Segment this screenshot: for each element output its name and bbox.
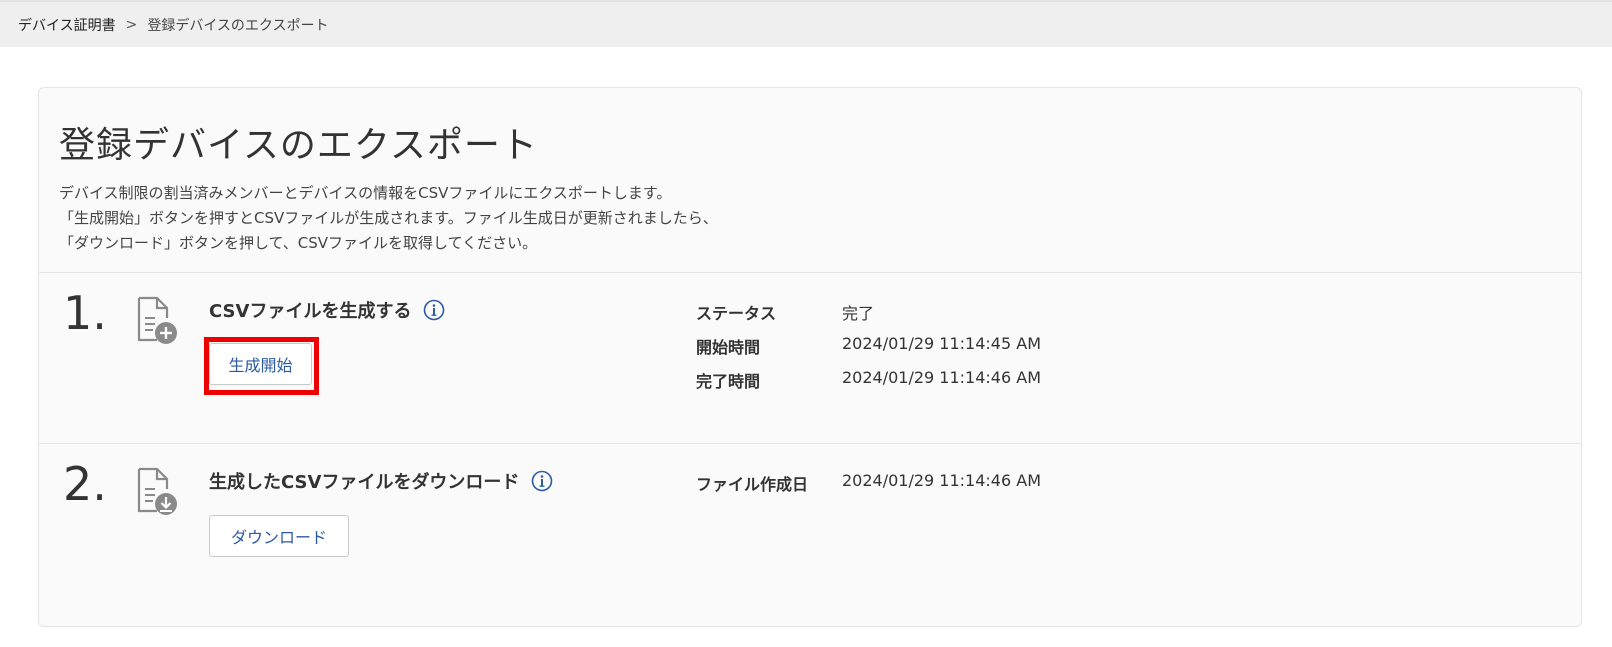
export-card: 登録デバイスのエクスポート デバイス制限の割当済みメンバーとデバイスの情報をCS… bbox=[38, 87, 1582, 627]
file-add-icon bbox=[135, 296, 179, 346]
status-value: 完了 bbox=[842, 304, 875, 323]
file-created-value: 2024/01/29 11:14:46 AM bbox=[842, 471, 1041, 490]
breadcrumb: デバイス証明書 > 登録デバイスのエクスポート bbox=[0, 0, 1612, 47]
breadcrumb-separator: > bbox=[125, 16, 138, 33]
start-time-value: 2024/01/29 11:14:45 AM bbox=[842, 334, 1041, 353]
info-icon[interactable] bbox=[423, 299, 445, 321]
description-line-3: 「ダウンロード」ボタンを押して、CSVファイルを取得してください。 bbox=[59, 234, 538, 252]
section-divider bbox=[39, 272, 1581, 273]
breadcrumb-current: 登録デバイスのエクスポート bbox=[147, 17, 329, 34]
end-time-value: 2024/01/29 11:14:46 AM bbox=[842, 368, 1041, 387]
step-number: 2. bbox=[63, 457, 107, 511]
step-title: 生成したCSVファイルをダウンロード bbox=[209, 468, 553, 494]
description-line-1: デバイス制限の割当済みメンバーとデバイスの情報をCSVファイルにエクスポートしま… bbox=[59, 184, 672, 202]
breadcrumb-parent-link[interactable]: デバイス証明書 bbox=[18, 15, 116, 35]
section-divider bbox=[39, 443, 1581, 444]
end-time-label: 完了時間 bbox=[696, 372, 761, 391]
step-title: CSVファイルを生成する bbox=[209, 297, 445, 323]
step-title-text: 生成したCSVファイルをダウンロード bbox=[209, 472, 520, 493]
description-line-2: 「生成開始」ボタンを押すとCSVファイルが生成されます。ファイル生成日が更新され… bbox=[59, 209, 718, 227]
status-row: ステータス 完了 bbox=[696, 300, 874, 324]
file-created-label: ファイル作成日 bbox=[696, 475, 809, 494]
download-button[interactable]: ダウンロード bbox=[209, 515, 349, 557]
status-label: ステータス bbox=[696, 304, 777, 323]
page-title: 登録デバイスのエクスポート bbox=[59, 125, 538, 166]
end-time-row: 完了時間 2024/01/29 11:14:46 AM bbox=[696, 368, 1041, 392]
start-time-label: 開始時間 bbox=[696, 338, 761, 357]
file-created-row: ファイル作成日 2024/01/29 11:14:46 AM bbox=[696, 471, 1041, 495]
file-download-icon bbox=[135, 467, 179, 517]
start-time-row: 開始時間 2024/01/29 11:14:45 AM bbox=[696, 334, 1041, 358]
info-icon[interactable] bbox=[531, 470, 553, 492]
highlight-box bbox=[204, 337, 319, 395]
page-description: デバイス制限の割当済みメンバーとデバイスの情報をCSVファイルにエクスポートしま… bbox=[59, 181, 718, 256]
step-title-text: CSVファイルを生成する bbox=[209, 301, 412, 322]
step-number: 1. bbox=[63, 286, 107, 340]
